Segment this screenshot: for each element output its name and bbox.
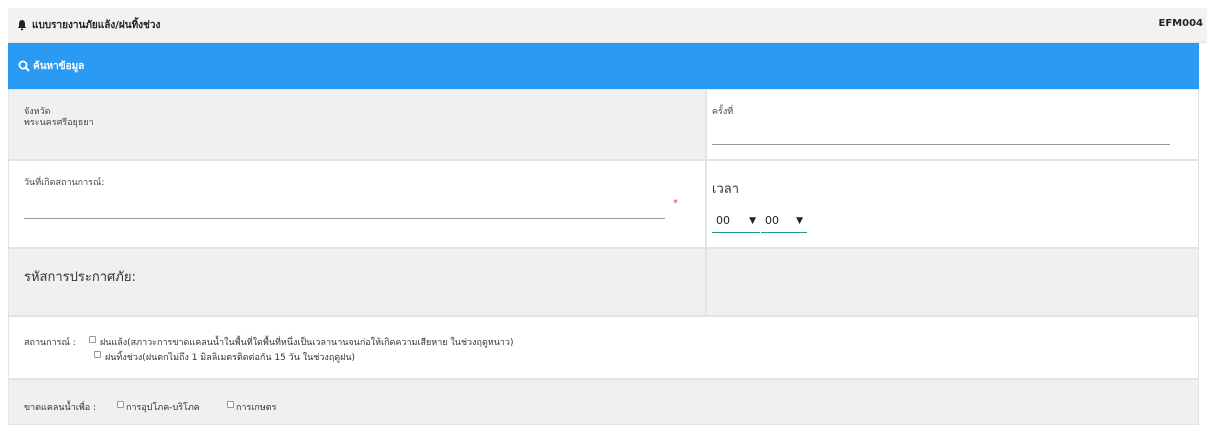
- shortage-checkbox-agriculture[interactable]: [227, 401, 234, 408]
- situation-checkbox-drought[interactable]: [89, 336, 96, 343]
- province-cell: จังหวัด พระนครศรีอยุธยา: [8, 89, 706, 160]
- minute-select[interactable]: 00 ▼: [761, 211, 807, 233]
- situation-cell: สถานการณ์ : ฝนแล้ง(สภาวะการขาดแคลนน้ำในพ…: [8, 316, 1199, 379]
- situation-option-drought: ฝนแล้ง(สภาวะการขาดแคลนน้ำในพื้นที่ใดพื้น…: [100, 338, 514, 348]
- hour-select[interactable]: 00 ▼: [712, 211, 760, 233]
- required-mark: *: [673, 198, 678, 209]
- search-icon: [18, 60, 30, 72]
- form-code: EFM004: [1158, 18, 1204, 29]
- situation-option-rain-gap: ฝนทิ้งช่วง(ฝนตกไม่ถึง 1 มิลลิเมตรติดต่อก…: [105, 353, 356, 363]
- minute-value: 00: [765, 214, 779, 227]
- event-date-input[interactable]: [24, 201, 665, 219]
- time-label: เวลา: [712, 182, 740, 197]
- event-date-cell: วันที่เกิดสถานการณ์: *: [8, 160, 706, 248]
- province-label: จังหวัด: [24, 107, 51, 117]
- time-cell: เวลา 00 ▼ 00 ▼: [706, 160, 1199, 248]
- round-cell: ครั้งที่: [706, 89, 1199, 160]
- dropdown-arrow-icon: ▼: [749, 216, 756, 226]
- title-bar: แบบรายงานภัยแล้ง/ฝนทิ้งช่วง EFM004: [8, 8, 1207, 43]
- hour-value: 00: [716, 214, 730, 227]
- situation-label: สถานการณ์ :: [24, 338, 76, 348]
- dropdown-arrow-icon: ▼: [796, 216, 803, 226]
- disaster-code-cell: รหัสการประกาศภัย:: [8, 248, 706, 316]
- report-form: แบบรายงานภัยแล้ง/ฝนทิ้งช่วง EFM004 ค้นหา…: [0, 0, 1207, 425]
- situation-checkbox-rain-gap[interactable]: [94, 351, 101, 358]
- shortage-cell: ขาดแคลนน้ำเพื่อ : การอุปโภค-บริโภค การเก…: [8, 379, 1199, 425]
- event-date-label: วันที่เกิดสถานการณ์:: [24, 178, 105, 188]
- search-toggle[interactable]: ค้นหาข้อมูล: [8, 43, 1199, 89]
- shortage-option-consumption: การอุปโภค-บริโภค: [126, 403, 200, 413]
- disaster-code-label: รหัสการประกาศภัย:: [24, 270, 136, 285]
- shortage-option-agriculture: การเกษตร: [236, 403, 277, 413]
- round-input[interactable]: [712, 117, 1170, 145]
- bell-icon: [17, 20, 27, 31]
- shortage-label: ขาดแคลนน้ำเพื่อ :: [24, 403, 97, 413]
- shortage-checkbox-consumption[interactable]: [117, 401, 124, 408]
- province-value: พระนครศรีอยุธยา: [24, 118, 94, 128]
- search-label: ค้นหาข้อมูล: [33, 61, 85, 72]
- disaster-code-side-cell: [706, 248, 1199, 316]
- page-title: แบบรายงานภัยแล้ง/ฝนทิ้งช่วง: [32, 20, 161, 31]
